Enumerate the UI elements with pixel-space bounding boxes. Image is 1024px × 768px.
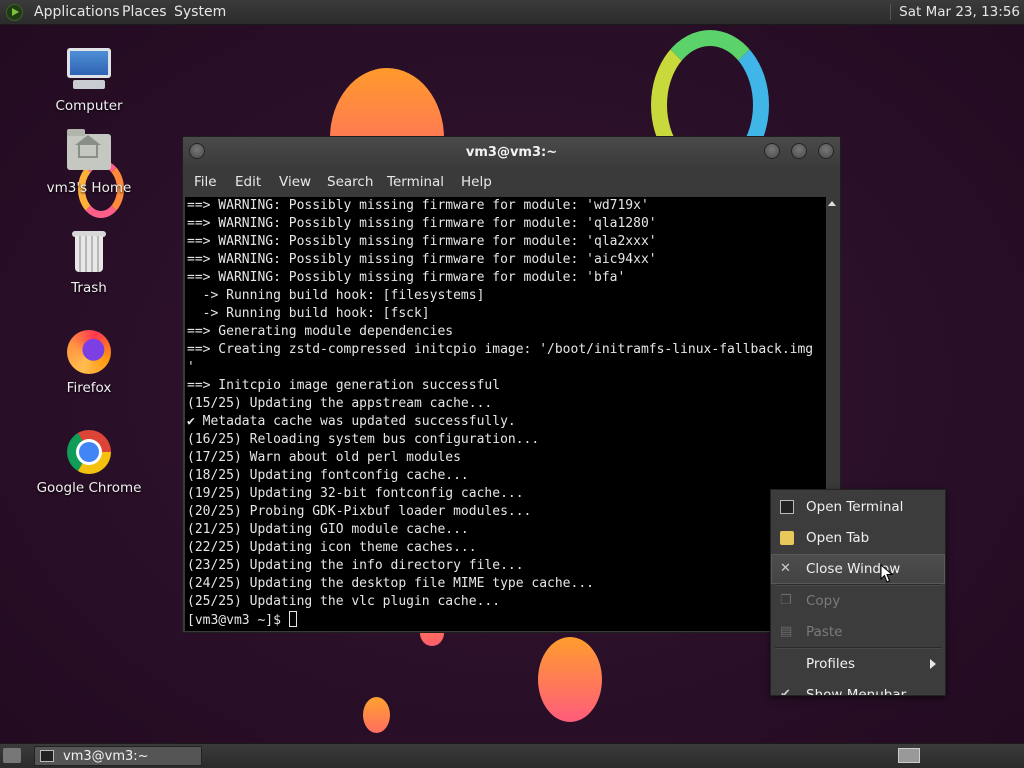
desktop-icon-home[interactable]: vm3's Home	[34, 128, 144, 196]
desktop-icon-firefox[interactable]: Firefox	[34, 328, 144, 396]
window-title: vm3@vm3:~	[465, 145, 558, 160]
maximize-button[interactable]	[791, 143, 807, 159]
context-menu-item-open-tab[interactable]: Open Tab	[771, 523, 945, 553]
submenu-arrow-icon	[930, 659, 936, 669]
terminal-line: (19/25) Updating 32-bit fontconfig cache…	[187, 486, 524, 501]
trash-icon	[65, 228, 113, 276]
desktop-icon-trash[interactable]: Trash	[34, 228, 144, 296]
terminal-line: ==> WARNING: Possibly missing firmware f…	[187, 216, 657, 231]
home-folder-icon	[65, 128, 113, 176]
menu-separator	[775, 584, 941, 586]
terminal-window[interactable]: vm3@vm3:~ File Edit View Search Terminal…	[182, 136, 841, 633]
minimize-button[interactable]	[764, 143, 780, 159]
terminal-line: (22/25) Updating icon theme caches...	[187, 540, 477, 555]
desktop-icon-label: Trash	[71, 280, 107, 296]
context-menu-item-label: Open Tab	[806, 530, 870, 546]
terminal-menubar: File Edit View Search Terminal Help	[183, 169, 840, 197]
terminal-line: (15/25) Updating the appstream cache...	[187, 396, 493, 411]
desktop: { "top_panel": { "menus": ["Applications…	[0, 0, 1024, 768]
context-menu-item-copy: ❐ Copy	[771, 586, 945, 616]
terminal-line: ✔ Metadata cache was updated successfull…	[187, 414, 516, 429]
applications-menu[interactable]: Applications	[34, 4, 120, 20]
wallpaper-blob	[363, 697, 390, 733]
terminal-text: ==> WARNING: Possibly missing firmware f…	[185, 197, 827, 630]
show-desktop-icon[interactable]	[3, 748, 21, 763]
desktop-icon-computer[interactable]: Computer	[34, 46, 144, 114]
context-menu: Open Terminal Open Tab ✕ Close Window ❐ Copy ▤…	[770, 489, 946, 696]
terminal-line: (18/25) Updating fontconfig cache...	[187, 468, 469, 483]
menu-search[interactable]: Search	[327, 174, 373, 190]
terminal-line: (25/25) Updating the vlc plugin cache...	[187, 594, 501, 609]
menu-separator	[775, 647, 941, 649]
terminal-line: '	[187, 360, 195, 375]
context-menu-item-label: Open Terminal	[806, 499, 904, 515]
menu-edit[interactable]: Edit	[235, 174, 261, 190]
desktop-icon-label: Firefox	[66, 380, 112, 396]
context-menu-item-label: Show Menubar	[806, 687, 907, 696]
computer-icon	[65, 46, 113, 94]
terminal-cursor	[288, 611, 297, 627]
workspace-switcher[interactable]	[898, 748, 920, 763]
terminal-line: (23/25) Updating the info directory file…	[187, 558, 524, 573]
window-titlebar[interactable]: vm3@vm3:~	[183, 137, 840, 169]
menu-terminal[interactable]: Terminal	[387, 174, 444, 190]
terminal-output[interactable]: ==> WARNING: Possibly missing firmware f…	[185, 197, 827, 631]
context-menu-item-label: Paste	[806, 624, 843, 640]
terminal-line: -> Running build hook: [fsck]	[187, 306, 430, 321]
context-menu-item-paste: ▤ Paste	[771, 617, 945, 647]
menu-help[interactable]: Help	[461, 174, 492, 190]
scroll-up-arrow-icon[interactable]	[828, 201, 836, 206]
context-menu-item-show-menubar[interactable]: ✔ Show Menubar	[771, 680, 945, 696]
top-panel: Applications Places System Sat Mar 23, 1…	[0, 0, 1024, 25]
menu-file[interactable]: File	[194, 174, 217, 190]
terminal-line: (17/25) Warn about old perl modules	[187, 450, 461, 465]
terminal-icon	[40, 750, 54, 762]
check-icon: ✔	[780, 687, 791, 696]
terminal-line: (21/25) Updating GIO module cache...	[187, 522, 469, 537]
terminal-line: ==> WARNING: Possibly missing firmware f…	[187, 198, 649, 213]
terminal-line: ==> Generating module dependencies	[187, 324, 454, 339]
terminal-line: -> Running build hook: [filesystems]	[187, 288, 485, 303]
taskbar-button-label: vm3@vm3:~	[63, 749, 149, 764]
distro-logo-icon[interactable]	[6, 4, 23, 21]
menu-view[interactable]: View	[279, 174, 311, 190]
desktop-icon-label: Google Chrome	[36, 480, 142, 496]
context-menu-item-profiles[interactable]: Profiles	[771, 649, 945, 679]
terminal-line: (20/25) Probing GDK-Pixbuf loader module…	[187, 504, 532, 519]
terminal-icon	[780, 500, 794, 514]
terminal-line: (16/25) Reloading system bus configurati…	[187, 432, 540, 447]
firefox-icon	[65, 328, 113, 376]
terminal-line: ==> Creating zstd-compressed initcpio im…	[187, 342, 814, 357]
clock[interactable]: Sat Mar 23, 13:56	[890, 4, 1020, 20]
terminal-line: ==> WARNING: Possibly missing firmware f…	[187, 252, 657, 267]
terminal-line: (24/25) Updating the desktop file MIME t…	[187, 576, 594, 591]
bottom-panel: vm3@vm3:~	[0, 743, 1024, 768]
desktop-icon-label: Computer	[55, 98, 123, 114]
copy-icon: ❐	[780, 593, 792, 608]
context-menu-item-close-window[interactable]: ✕ Close Window	[771, 554, 945, 584]
tab-icon	[780, 531, 794, 545]
wallpaper-blob	[538, 637, 602, 722]
terminal-prompt: [vm3@vm3 ~]$	[187, 613, 289, 628]
context-menu-item-label: Profiles	[806, 656, 856, 672]
close-icon: ✕	[780, 561, 791, 576]
taskbar-button-terminal[interactable]: vm3@vm3:~	[34, 746, 202, 766]
close-button[interactable]	[818, 143, 834, 159]
chrome-icon	[65, 428, 113, 476]
context-menu-item-label: Copy	[806, 593, 841, 609]
paste-icon: ▤	[780, 624, 793, 639]
desktop-icon-label: vm3's Home	[46, 180, 132, 196]
places-menu[interactable]: Places	[122, 4, 167, 20]
terminal-line: ==> WARNING: Possibly missing firmware f…	[187, 234, 657, 249]
desktop-icon-chrome[interactable]: Google Chrome	[34, 428, 144, 496]
terminal-line: ==> WARNING: Possibly missing firmware f…	[187, 270, 626, 285]
terminal-line: ==> Initcpio image generation successful	[187, 378, 501, 393]
system-menu[interactable]: System	[174, 4, 226, 20]
context-menu-item-open-terminal[interactable]: Open Terminal	[771, 492, 945, 522]
